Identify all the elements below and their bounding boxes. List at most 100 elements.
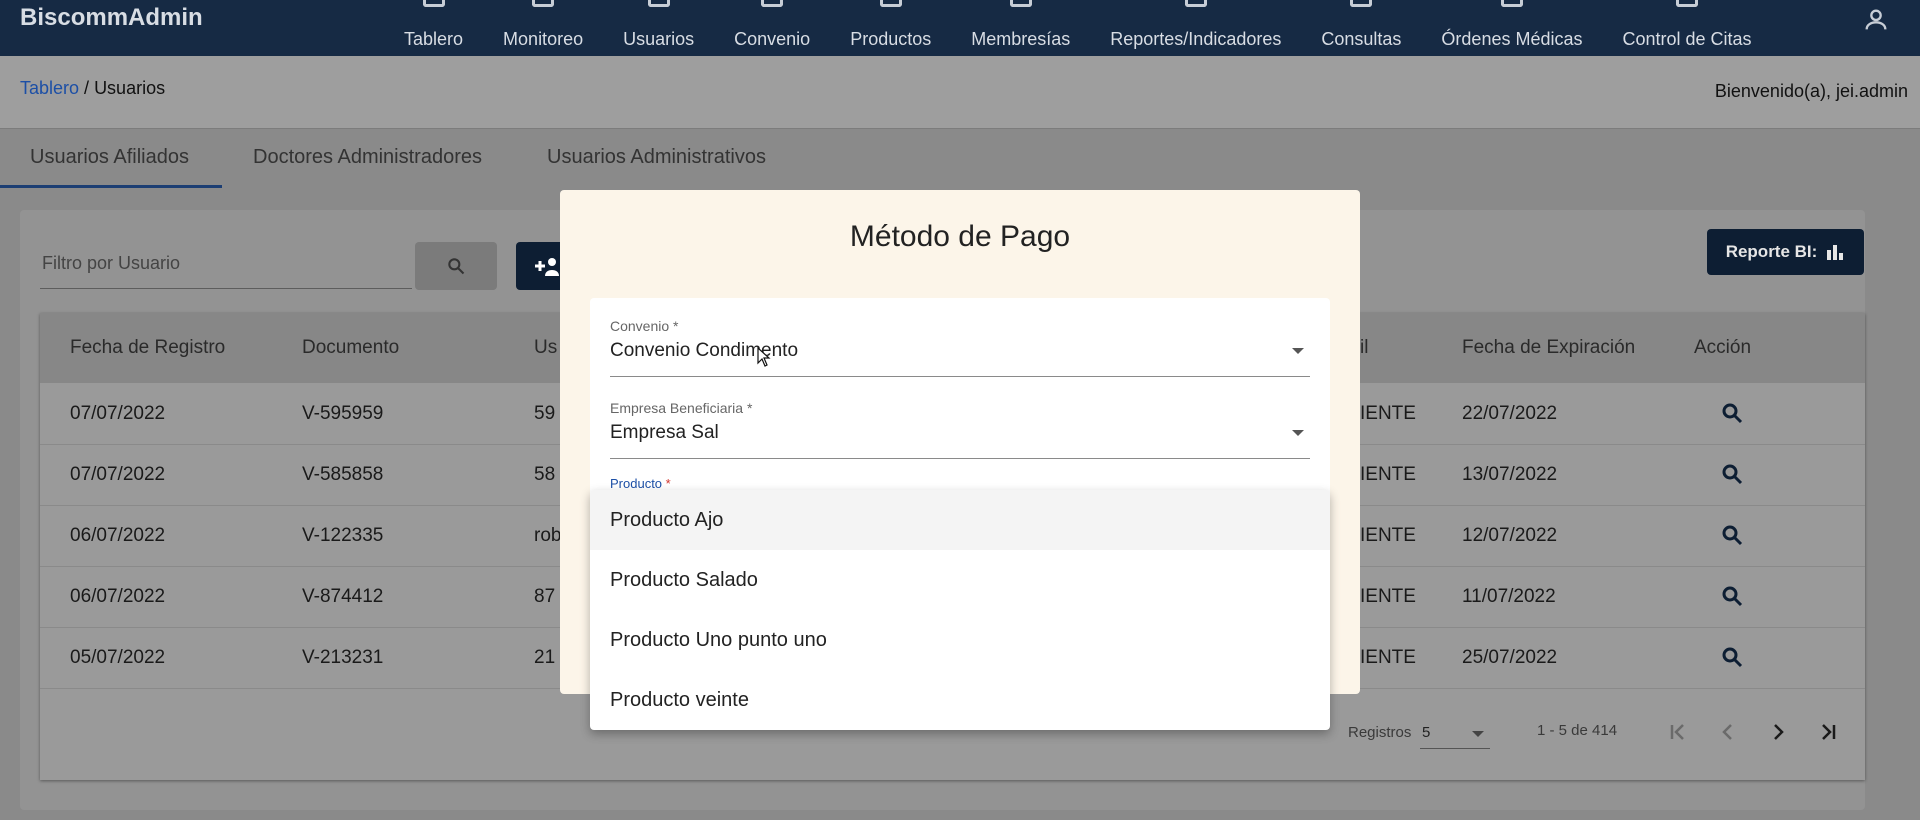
cell-expira: 25/07/2022 bbox=[1462, 647, 1558, 668]
app-title[interactable]: BiscommAdmin bbox=[20, 4, 203, 32]
breadcrumb-root-link[interactable]: Tablero bbox=[20, 78, 79, 98]
view-search-icon[interactable] bbox=[1720, 523, 1744, 547]
producto-option[interactable]: Producto veinte bbox=[590, 670, 1330, 730]
breadcrumb-separator: / bbox=[79, 78, 95, 98]
cell-fecha: 06/07/2022 bbox=[70, 586, 166, 607]
producto-options-panel: Producto Ajo Producto Salado Producto Un… bbox=[590, 490, 1330, 730]
producto-option[interactable]: Producto Ajo bbox=[590, 490, 1330, 550]
user-filter-input[interactable] bbox=[40, 240, 416, 286]
required-mark: * bbox=[665, 476, 671, 491]
header-fecha-registro[interactable]: Fecha de Registro bbox=[70, 337, 225, 359]
convenio-select[interactable]: Convenio * Convenio Condimento bbox=[610, 318, 1310, 377]
page-size-select[interactable]: 5 bbox=[1420, 718, 1490, 749]
cell-usuario: 21 bbox=[534, 647, 556, 668]
next-page-icon[interactable] bbox=[1766, 720, 1790, 744]
tab-usuarios-afiliados[interactable]: Usuarios Afiliados bbox=[0, 132, 222, 188]
nav-label: Productos bbox=[850, 29, 932, 49]
cell-estado: IENTE bbox=[1360, 586, 1416, 607]
user-filter-field[interactable] bbox=[40, 240, 416, 289]
bar-chart-icon bbox=[1827, 245, 1844, 260]
breadcrumb-current: Usuarios bbox=[94, 78, 166, 98]
monitor-icon bbox=[532, 0, 555, 7]
cell-expira: 11/07/2022 bbox=[1462, 586, 1556, 607]
nav-convenio[interactable]: Convenio bbox=[714, 0, 830, 56]
view-search-icon[interactable] bbox=[1720, 645, 1744, 669]
cell-expira: 12/07/2022 bbox=[1462, 525, 1558, 546]
cell-estado: IENTE bbox=[1360, 403, 1416, 424]
cell-fecha: 06/07/2022 bbox=[70, 525, 166, 546]
cell-expira: 22/07/2022 bbox=[1462, 403, 1558, 424]
page-size-value: 5 bbox=[1422, 724, 1431, 741]
first-page-icon[interactable] bbox=[1666, 720, 1690, 744]
bi-report-label: Reporte BI: bbox=[1725, 242, 1818, 261]
cell-fecha: 07/07/2022 bbox=[70, 403, 166, 424]
top-navbar: BiscommAdmin Tablero Monitoreo Usuarios … bbox=[0, 0, 1920, 56]
header-usuario[interactable]: Us bbox=[534, 337, 557, 359]
search-button[interactable] bbox=[415, 242, 497, 290]
membership-icon bbox=[1009, 0, 1032, 7]
nav-usuarios[interactable]: Usuarios bbox=[603, 0, 714, 56]
header-documento[interactable]: Documento bbox=[302, 337, 399, 359]
nav-consultas[interactable]: Consultas bbox=[1301, 0, 1421, 56]
view-search-icon[interactable] bbox=[1720, 401, 1744, 425]
tab-doctores-administradores[interactable]: Doctores Administradores bbox=[253, 132, 482, 188]
cell-documento: V-213231 bbox=[302, 647, 384, 668]
view-search-icon[interactable] bbox=[1720, 462, 1744, 486]
nav-ordenes-medicas[interactable]: Órdenes Médicas bbox=[1421, 0, 1602, 56]
nav-label: Control de Citas bbox=[1622, 29, 1752, 49]
sub-header: Tablero / Usuarios Bienvenido(a), jei.ad… bbox=[0, 56, 1920, 129]
users-icon bbox=[647, 0, 670, 7]
search-icon bbox=[448, 258, 465, 275]
add-user-icon bbox=[535, 258, 559, 276]
welcome-text: Bienvenido(a), jei.admin bbox=[1714, 81, 1908, 101]
page-size-label: Registros bbox=[1348, 724, 1412, 741]
agreement-icon bbox=[761, 0, 784, 7]
reports-icon bbox=[1184, 0, 1207, 7]
nav-control-citas[interactable]: Control de Citas bbox=[1603, 0, 1772, 56]
nav-membresias[interactable]: Membresías bbox=[951, 0, 1090, 56]
nav-label: Usuarios bbox=[623, 29, 695, 49]
cell-estado: IENTE bbox=[1360, 525, 1416, 546]
nav-label: Órdenes Médicas bbox=[1441, 29, 1583, 49]
cell-fecha: 05/07/2022 bbox=[70, 647, 166, 668]
tab-usuarios-administrativos[interactable]: Usuarios Administrativos bbox=[547, 132, 766, 188]
nav-label: Monitoreo bbox=[503, 29, 584, 49]
empresa-select[interactable]: Empresa Beneficiaria * Empresa Sal bbox=[610, 400, 1310, 459]
chevron-down-icon bbox=[1292, 430, 1304, 436]
cell-documento: V-595959 bbox=[302, 403, 384, 424]
cell-estado: IENTE bbox=[1360, 464, 1416, 485]
nav-label: Membresías bbox=[971, 29, 1071, 49]
producto-option[interactable]: Producto Uno punto uno bbox=[590, 610, 1330, 670]
cell-usuario: 87 bbox=[534, 586, 556, 607]
producto-option[interactable]: Producto Salado bbox=[590, 550, 1330, 610]
appointments-icon bbox=[1676, 0, 1699, 7]
convenio-label: Convenio * bbox=[610, 318, 679, 334]
consultation-icon bbox=[1350, 0, 1373, 7]
medical-orders-icon bbox=[1500, 0, 1523, 7]
nav-productos[interactable]: Productos bbox=[830, 0, 951, 56]
nav-monitoreo[interactable]: Monitoreo bbox=[483, 0, 603, 56]
cell-documento: V-122335 bbox=[302, 525, 384, 546]
nav-tablero[interactable]: Tablero bbox=[384, 0, 483, 56]
view-search-icon[interactable] bbox=[1720, 584, 1744, 608]
last-page-icon[interactable] bbox=[1816, 720, 1840, 744]
previous-page-icon[interactable] bbox=[1716, 720, 1740, 744]
header-fecha-expiracion[interactable]: Fecha de Expiración bbox=[1462, 337, 1635, 359]
cell-usuario: 59 bbox=[534, 403, 556, 424]
products-icon bbox=[879, 0, 902, 7]
tabs-bar: Usuarios Afiliados Doctores Administrado… bbox=[0, 132, 1920, 188]
main-nav: Tablero Monitoreo Usuarios Convenio Prod… bbox=[384, 0, 1772, 56]
mouse-cursor-icon bbox=[757, 347, 771, 367]
cell-estado: IENTE bbox=[1360, 647, 1416, 668]
header-perfil[interactable]: il bbox=[1360, 337, 1368, 359]
nav-label: Tablero bbox=[404, 29, 464, 49]
empresa-label: Empresa Beneficiaria * bbox=[610, 400, 753, 416]
page-range: 1 - 5 de 414 bbox=[1537, 722, 1618, 739]
user-account-icon[interactable] bbox=[1862, 6, 1890, 34]
cell-expira: 13/07/2022 bbox=[1462, 464, 1558, 485]
cell-documento: V-585858 bbox=[302, 464, 384, 485]
bi-report-button[interactable]: Reporte BI: bbox=[1707, 229, 1864, 275]
empresa-value: Empresa Sal bbox=[610, 422, 719, 443]
nav-reportes[interactable]: Reportes/Indicadores bbox=[1090, 0, 1301, 56]
breadcrumb: Tablero / Usuarios bbox=[20, 78, 165, 99]
